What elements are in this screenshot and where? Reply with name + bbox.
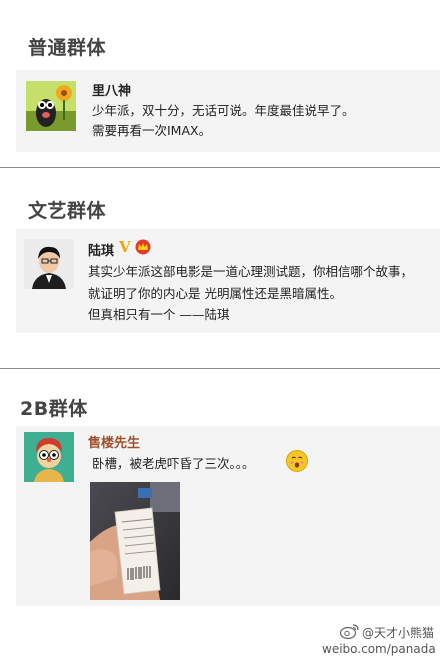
watermark-url: weibo.com/panada [322,642,436,656]
user-avatar[interactable] [26,81,76,131]
user-name[interactable]: 陆琪 [88,240,114,259]
post-text-line-2: 需要再看一次IMAX。 [92,123,212,138]
section-title-normal: 普通群体 [28,37,107,59]
post-card-2b: 售楼先生 卧槽，被老虎吓昏了三次。。。 [16,426,440,606]
post-text-line-3: 但真相只有一个 ——陆琪 [88,307,230,322]
section-title-2b: 2B群体 [20,398,88,420]
post-text-line-2: 就证明了你的内心是 光明属性还是黑暗属性。 [88,286,342,301]
user-avatar[interactable] [24,239,74,289]
section-divider [0,167,440,168]
post-photo[interactable] [90,482,180,600]
emoji-face-icon [286,450,308,472]
post-text-line-1: 少年派，双十分，无话可说。年度最佳说早了。 [92,103,355,118]
watermark-handle: @天才小熊猫 [362,626,435,640]
crown-badge-icon [135,239,151,255]
post-text-line-1: 其实少年派这部电影是一道心理测试题，你相信哪个故事， [88,264,414,279]
weibo-logo-icon [339,623,360,640]
post-card-literary: 陆琪 V 其实少年派这部电影是一道心理测试题，你相信哪个故事， 就证明了你的内心… [16,229,440,333]
user-name[interactable]: 售楼先生 [88,432,140,451]
section-divider [0,368,440,369]
verified-v-icon: V [119,238,131,256]
post-text-line-1: 卧槽，被老虎吓昏了三次。。。 [92,456,255,471]
section-title-literary: 文艺群体 [28,200,107,222]
user-avatar[interactable] [24,432,74,482]
user-name[interactable]: 里八神 [92,80,131,99]
post-card-normal: 里八神 少年派，双十分，无话可说。年度最佳说早了。 需要再看一次IMAX。 [16,70,440,152]
